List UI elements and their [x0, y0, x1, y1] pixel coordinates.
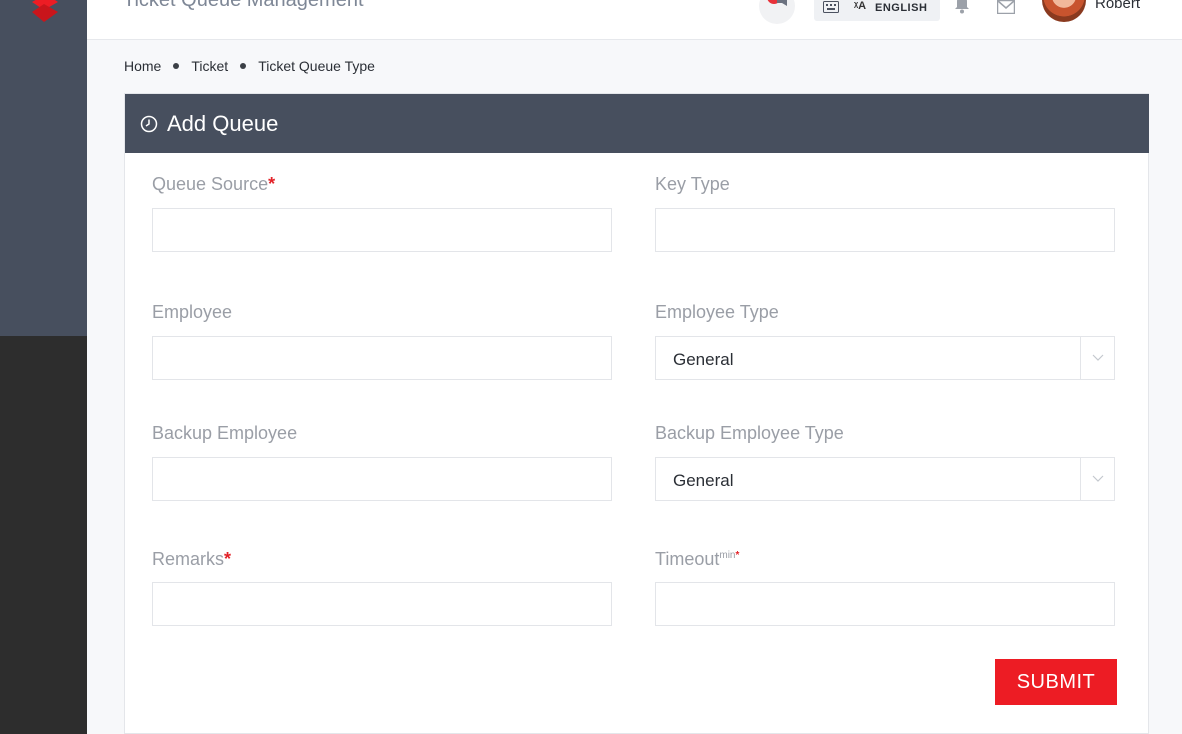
breadcrumb-separator: [173, 63, 180, 69]
employee-input[interactable]: [152, 336, 612, 380]
required-marker: *: [735, 550, 740, 561]
backup-employee-type-label: Backup Employee Type: [655, 423, 844, 443]
backup-employee-label: Backup Employee: [152, 423, 298, 443]
backup-employee-type-select[interactable]: General: [655, 457, 1115, 501]
queue-source-label: Queue Source*: [152, 174, 275, 195]
breadcrumb-ticket[interactable]: Ticket: [191, 58, 228, 74]
employee-type-label: Employee Type: [655, 302, 779, 322]
add-queue-card: Add Queue Queue Source* Key Type Employe…: [124, 93, 1149, 734]
remarks-label-text: Remarks: [152, 549, 225, 569]
keyboard-icon: [823, 1, 839, 13]
user-name[interactable]: Robert: [1095, 0, 1140, 12]
required-marker: *: [268, 174, 276, 194]
announcements-button[interactable]: 8: [759, 0, 795, 24]
megaphone-icon: [777, 0, 787, 6]
employee-label: Employee: [152, 302, 233, 322]
translate-icon: ᵡA: [854, 0, 867, 12]
sidebar: [0, 0, 87, 734]
chevron-down-icon: [1092, 475, 1104, 482]
chevron-down-icon: [1092, 354, 1104, 361]
user-avatar[interactable]: [1042, 0, 1086, 22]
timeout-label-text: Timeout: [655, 549, 720, 569]
queue-source-label-text: Queue Source: [152, 174, 269, 194]
app-title: Ticket Queue Management: [123, 0, 364, 11]
queue-source-input[interactable]: [152, 208, 612, 252]
submit-button[interactable]: SUBMIT: [995, 659, 1117, 705]
language-label: ENGLISH: [875, 2, 928, 14]
card-header: Add Queue: [125, 94, 1149, 153]
mail-icon[interactable]: [997, 0, 1015, 14]
employee-type-dropdown-toggle[interactable]: [1080, 337, 1114, 379]
language-selector[interactable]: ᵡA ENGLISH: [814, 0, 940, 21]
top-bar: Ticket Queue Management 8 ᵡA ENGLISH Rob…: [87, 0, 1182, 40]
bell-icon[interactable]: [953, 0, 971, 14]
clock-icon: [140, 115, 158, 133]
required-marker: *: [224, 549, 232, 569]
timeout-input[interactable]: [655, 582, 1115, 626]
employee-type-value: General: [673, 350, 734, 369]
breadcrumb-separator: [240, 63, 247, 69]
timeout-unit: min: [719, 550, 736, 561]
logo-icon[interactable]: [28, 0, 60, 30]
breadcrumb: Home Ticket Ticket Queue Type: [124, 58, 375, 74]
sidebar-top-panel: [0, 0, 87, 336]
employee-type-select[interactable]: General: [655, 336, 1115, 380]
breadcrumb-home[interactable]: Home: [124, 58, 161, 74]
key-type-input[interactable]: [655, 208, 1115, 252]
remarks-input[interactable]: [152, 582, 612, 626]
breadcrumb-current: Ticket Queue Type: [258, 58, 375, 74]
timeout-label: Timeoutmin*: [655, 549, 739, 570]
key-type-label: Key Type: [655, 174, 730, 194]
backup-employee-type-value: General: [673, 471, 734, 490]
backup-employee-type-dropdown-toggle[interactable]: [1080, 458, 1114, 500]
card-title: Add Queue: [167, 111, 279, 136]
backup-employee-input[interactable]: [152, 457, 612, 501]
remarks-label: Remarks*: [152, 549, 231, 570]
